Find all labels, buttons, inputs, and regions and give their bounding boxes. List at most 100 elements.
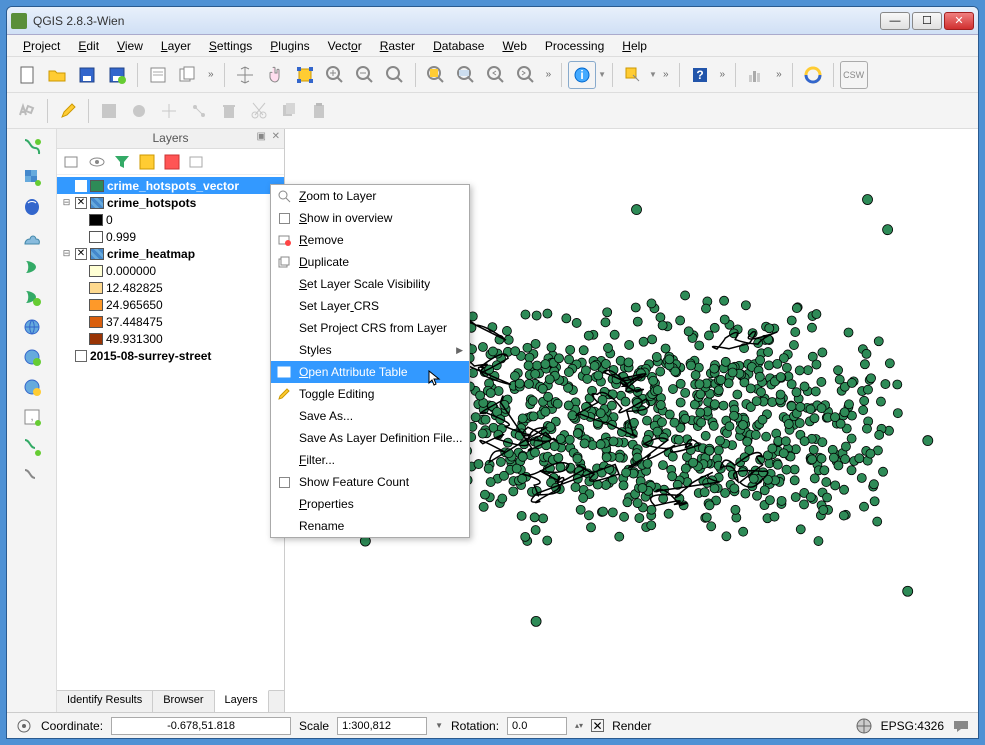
add-wms-button[interactable] (17, 313, 47, 341)
zoom-full-button[interactable] (291, 61, 319, 89)
expand-icon[interactable]: ⊟ (61, 197, 72, 208)
identify-button[interactable]: i (568, 61, 596, 89)
add-oracle-button[interactable] (17, 283, 47, 311)
undock-icon[interactable]: ▣ (257, 131, 266, 142)
toolbar-overflow-icon[interactable]: » (772, 69, 786, 80)
context-menu-item[interactable]: Rename (271, 515, 469, 537)
paste-button[interactable] (305, 97, 333, 125)
scale-input[interactable] (337, 717, 427, 735)
toolbar-overflow-icon[interactable]: » (204, 69, 218, 80)
minimize-button[interactable]: — (880, 12, 910, 30)
menu-settings[interactable]: Settings (201, 37, 260, 55)
layer-item[interactable]: ⊟✕crime_hotspots (57, 194, 284, 211)
menu-view[interactable]: View (109, 37, 151, 55)
context-menu-item[interactable]: Open Attribute Table (271, 361, 469, 383)
messages-icon[interactable] (952, 717, 970, 735)
layer-context-menu[interactable]: Zoom to LayerShow in overviewRemoveDupli… (270, 184, 470, 538)
context-menu-item[interactable]: Styles▶ (271, 339, 469, 361)
add-spatialite-button[interactable] (17, 223, 47, 251)
crs-label[interactable]: EPSG:4326 (881, 719, 944, 733)
menu-database[interactable]: Database (425, 37, 492, 55)
rotation-input[interactable] (507, 717, 567, 735)
menu-plugins[interactable]: Plugins (262, 37, 317, 55)
current-edits-button[interactable] (13, 97, 41, 125)
zoom-next-button[interactable] (512, 61, 540, 89)
toggle-edit-button[interactable] (54, 97, 82, 125)
node-tool-button[interactable] (185, 97, 213, 125)
context-menu-item[interactable]: Show Feature Count (271, 471, 469, 493)
context-menu-item[interactable]: Set Layer Scale Visibility (271, 273, 469, 295)
context-menu-item[interactable]: Zoom to Layer (271, 185, 469, 207)
python-button[interactable] (799, 61, 827, 89)
menu-help[interactable]: Help (614, 37, 655, 55)
scale-dropdown-icon[interactable]: ▼ (435, 721, 443, 730)
help-button[interactable]: ? (686, 61, 714, 89)
add-group-button[interactable] (61, 151, 83, 173)
tab-layers[interactable]: Layers (215, 690, 269, 712)
save-edits-button[interactable] (95, 97, 123, 125)
context-menu-item[interactable]: Filter... (271, 449, 469, 471)
select-button[interactable] (619, 61, 647, 89)
add-feature-button[interactable] (125, 97, 153, 125)
menu-project[interactable]: Project (15, 37, 68, 55)
coordinate-input[interactable] (111, 717, 291, 735)
remove-layer-button[interactable] (186, 151, 208, 173)
zoom-last-button[interactable] (482, 61, 510, 89)
menu-edit[interactable]: Edit (70, 37, 107, 55)
save-project-button[interactable] (73, 61, 101, 89)
context-menu-item[interactable]: Duplicate (271, 251, 469, 273)
context-menu-item[interactable]: Remove (271, 229, 469, 251)
pan-button[interactable] (231, 61, 259, 89)
csw-button[interactable]: CSW (840, 61, 868, 89)
context-menu-item[interactable]: Toggle Editing (271, 383, 469, 405)
menu-layer[interactable]: Layer (153, 37, 199, 55)
visibility-checkbox[interactable]: ✕ (75, 197, 87, 209)
zoom-selection-button[interactable] (422, 61, 450, 89)
layer-tree[interactable]: ✕crime_hotspots_vector⊟✕crime_hotspots00… (57, 175, 284, 690)
cut-button[interactable] (245, 97, 273, 125)
save-as-button[interactable] (103, 61, 131, 89)
maximize-button[interactable]: ☐ (912, 12, 942, 30)
context-menu-item[interactable]: Set Project CRS from Layer (271, 317, 469, 339)
add-mssql-button[interactable] (17, 253, 47, 281)
close-button[interactable]: ✕ (944, 12, 974, 30)
toolbar-overflow-icon[interactable]: » (716, 69, 730, 80)
add-vector-button[interactable] (17, 133, 47, 161)
context-menu-item[interactable]: Properties (271, 493, 469, 515)
rotation-stepper-icon[interactable]: ▴▾ (575, 721, 583, 730)
expand-all-button[interactable] (136, 151, 158, 173)
toolbar-overflow-icon[interactable]: » (659, 69, 673, 80)
menu-vector[interactable]: Vector (320, 37, 370, 55)
zoom-in-button[interactable] (321, 61, 349, 89)
layer-item[interactable]: 2015-08-surrey-street (57, 347, 284, 364)
menu-raster[interactable]: Raster (372, 37, 423, 55)
histogram-button[interactable] (742, 61, 770, 89)
menu-web[interactable]: Web (494, 37, 534, 55)
zoom-layer-button[interactable] (452, 61, 480, 89)
menu-processing[interactable]: Processing (537, 37, 612, 55)
pan-selection-button[interactable] (261, 61, 289, 89)
delete-button[interactable] (215, 97, 243, 125)
render-checkbox[interactable]: ✕ (591, 719, 604, 732)
visibility-button[interactable] (86, 151, 108, 173)
add-csv-button[interactable]: , (17, 403, 47, 431)
add-postgis-button[interactable] (17, 193, 47, 221)
layer-item[interactable]: ⊟✕crime_heatmap (57, 245, 284, 262)
context-menu-item[interactable]: Set Layer CRS (271, 295, 469, 317)
zoom-out-button[interactable] (351, 61, 379, 89)
close-panel-icon[interactable]: ✕ (272, 131, 280, 142)
visibility-checkbox[interactable]: ✕ (75, 180, 87, 192)
visibility-checkbox[interactable] (75, 350, 87, 362)
crs-icon[interactable] (855, 717, 873, 735)
zoom-native-button[interactable] (381, 61, 409, 89)
context-menu-item[interactable]: Show in overview (271, 207, 469, 229)
filter-legend-button[interactable] (111, 151, 133, 173)
copy-button[interactable] (275, 97, 303, 125)
add-wfs-button[interactable] (17, 373, 47, 401)
expand-icon[interactable]: ⊟ (61, 248, 72, 259)
toolbar-overflow-icon[interactable]: » (542, 69, 556, 80)
move-feature-button[interactable] (155, 97, 183, 125)
new-project-button[interactable] (13, 61, 41, 89)
context-menu-item[interactable]: Save As Layer Definition File... (271, 427, 469, 449)
context-menu-item[interactable]: Save As... (271, 405, 469, 427)
